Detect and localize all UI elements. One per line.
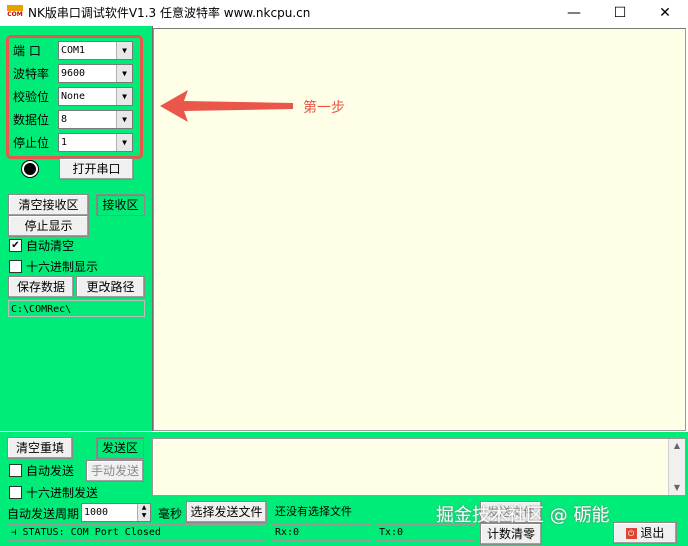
chevron-down-icon: ▼: [116, 42, 132, 59]
open-port-button[interactable]: 打开串口: [59, 158, 134, 180]
port-label: 端 口: [13, 44, 41, 58]
port-select[interactable]: COM1 ▼: [58, 41, 133, 60]
status-text: STATUS: COM Port Closed: [22, 527, 161, 538]
hex-display-label: 十六进制显示: [26, 260, 99, 274]
clear-send-button[interactable]: 清空重填: [7, 437, 73, 459]
stopbits-select[interactable]: 1 ▼: [58, 133, 133, 152]
exit-label: 退出: [640, 526, 665, 540]
auto-send-label: 自动发送: [26, 464, 75, 478]
stopbits-value: 1: [61, 137, 68, 148]
save-path-field: C:\COMRec\: [8, 300, 145, 317]
period-unit: 毫秒: [158, 507, 183, 521]
send-scrollbar[interactable]: ▲ ▼: [668, 439, 685, 495]
databits-select[interactable]: 8 ▼: [58, 110, 133, 129]
hex-display-checkbox[interactable]: [9, 260, 22, 273]
stopbits-label: 停止位: [13, 136, 50, 150]
parity-label: 校验位: [13, 90, 50, 104]
auto-clear-checkbox[interactable]: ✔: [9, 239, 22, 252]
exit-button[interactable]: ⏻ 退出: [613, 522, 677, 544]
maximize-button[interactable]: ☐: [597, 0, 643, 26]
baud-value: 9600: [61, 68, 86, 79]
scroll-up-icon: ▲: [673, 441, 681, 450]
send-area-button[interactable]: 发送区: [96, 437, 144, 459]
chevron-down-icon: ▼: [116, 111, 132, 128]
auto-send-checkbox[interactable]: [9, 464, 22, 477]
change-path-button[interactable]: 更改路径: [76, 276, 145, 298]
app-icon: COM: [7, 5, 23, 21]
spinner-arrows-icon[interactable]: ▲ ▼: [137, 504, 150, 521]
clear-receive-button[interactable]: 清空接收区: [8, 194, 89, 216]
auto-clear-label: 自动清空: [26, 239, 75, 253]
hex-send-checkbox[interactable]: [9, 486, 22, 499]
save-data-button[interactable]: 保存数据: [8, 276, 74, 298]
title-bar: COM NK版串口调试软件V1.3 任意波特率 www.nkcpu.cn — ☐…: [0, 0, 688, 26]
period-label: 自动发送周期: [7, 507, 80, 521]
annotation-text: 第一步: [303, 100, 345, 116]
exit-icon: ⏻: [625, 528, 637, 539]
chevron-down-icon: ▼: [116, 88, 132, 105]
select-send-file-button[interactable]: 选择发送文件: [186, 501, 267, 523]
annotation-arrow-icon: [160, 90, 293, 122]
scroll-down-icon: ▼: [673, 483, 681, 492]
status-plug-icon: ⊣: [11, 528, 17, 538]
hex-send-label: 十六进制发送: [26, 486, 99, 500]
port-status-led-icon: [22, 161, 38, 177]
rx-counter: Rx:0: [271, 524, 372, 541]
baud-label: 波特率: [13, 67, 50, 81]
file-status-field: 还没有选择文件: [271, 503, 436, 520]
port-value: COM1: [61, 45, 86, 56]
minimize-button[interactable]: —: [551, 0, 597, 26]
watermark: 掘金技术社区 @ 砺能: [436, 505, 610, 526]
baud-select[interactable]: 9600 ▼: [58, 64, 133, 83]
window-title: NK版串口调试软件V1.3 任意波特率 www.nkcpu.cn: [28, 6, 311, 20]
parity-select[interactable]: None ▼: [58, 87, 133, 106]
close-button[interactable]: ✕: [642, 0, 688, 26]
chevron-down-icon: ▼: [116, 134, 132, 151]
databits-value: 8: [61, 114, 68, 125]
receive-area-button[interactable]: 接收区: [96, 194, 145, 216]
stop-display-button[interactable]: 停止显示: [8, 215, 89, 237]
send-text-area[interactable]: ▲ ▼: [152, 438, 686, 496]
period-value: 1000: [84, 507, 109, 518]
manual-send-button[interactable]: 手动发送: [86, 460, 144, 482]
period-input[interactable]: 1000 ▲ ▼: [81, 503, 151, 522]
status-bar: ⊣ STATUS: COM Port Closed: [7, 524, 266, 541]
chevron-down-icon: ▼: [116, 65, 132, 82]
databits-label: 数据位: [13, 113, 50, 127]
parity-value: None: [61, 91, 86, 102]
